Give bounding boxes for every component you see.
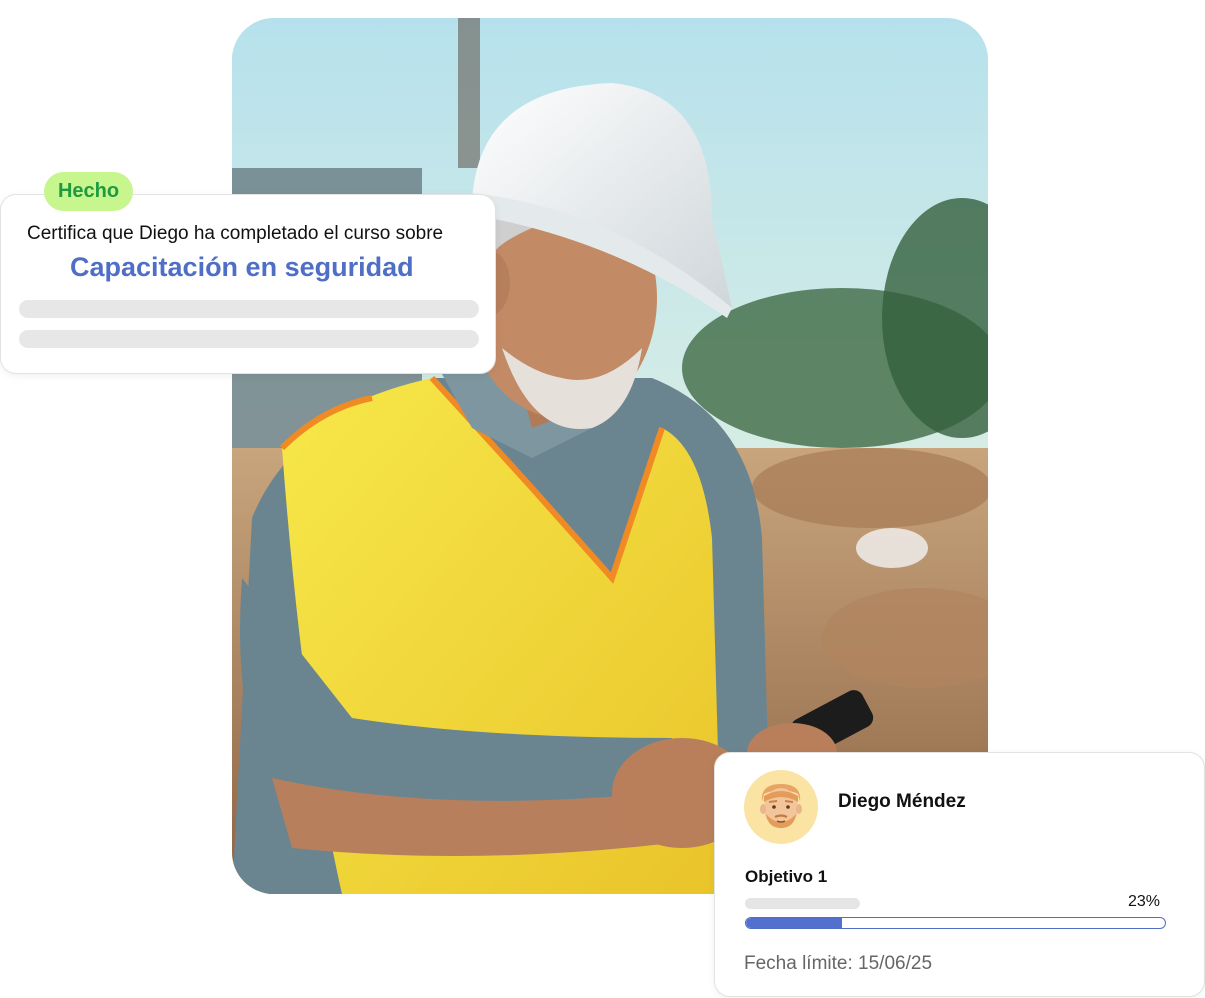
progress-fill — [746, 918, 843, 928]
certificate-text: Certifica que Diego ha completado el cur… — [27, 223, 444, 244]
goal-placeholder-bar — [745, 898, 860, 909]
course-title: Capacitación en seguridad — [70, 252, 414, 282]
progress-bar — [745, 917, 1166, 929]
avatar — [744, 770, 818, 844]
deadline-label: Fecha límite: — [744, 953, 853, 974]
placeholder-line — [19, 330, 479, 348]
person-emoji-icon — [760, 784, 802, 828]
placeholder-line — [19, 300, 479, 318]
profile-name: Diego Méndez — [838, 791, 966, 812]
progress-percent: 23% — [1127, 893, 1160, 910]
status-badge: Hecho — [44, 172, 133, 211]
deadline: Fecha límite: 15/06/25 — [744, 953, 932, 975]
goal-label: Objetivo 1 — [745, 867, 828, 886]
deadline-value: 15/06/25 — [858, 953, 933, 974]
